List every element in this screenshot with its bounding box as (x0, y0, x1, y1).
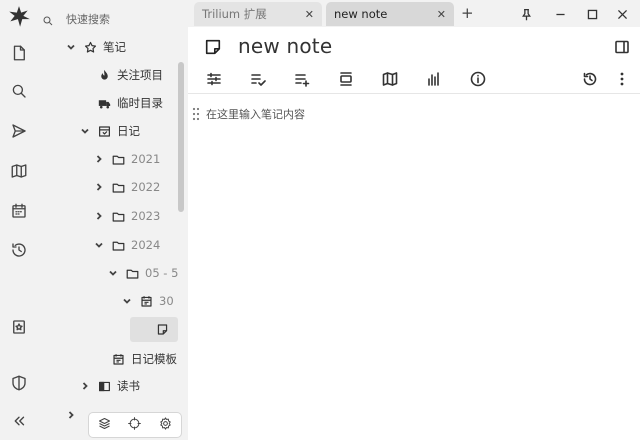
truck-icon (96, 95, 112, 111)
tree-node-new-note[interactable] (130, 317, 178, 342)
gear-icon[interactable] (158, 416, 173, 435)
tree-node-label: 读书 (117, 379, 140, 393)
tree-node-2021[interactable]: 2021 (92, 148, 160, 170)
tree-node-2023[interactable]: 2023 (92, 205, 160, 227)
tree-toolbar (88, 412, 182, 438)
tree-node-label: 05 - 5 (145, 266, 179, 280)
chevron-down-icon[interactable] (64, 40, 78, 54)
ribbon-divider (188, 93, 640, 94)
tree-node-label: 日记 (117, 124, 140, 138)
close-icon[interactable]: ✕ (305, 8, 314, 21)
tab-new-note[interactable]: new note ✕ (326, 2, 454, 26)
quick-search (38, 6, 188, 32)
search-icon (42, 12, 56, 26)
ribbon-toolbar (188, 66, 640, 92)
quick-search-input[interactable] (66, 12, 176, 26)
tree-scrollbar[interactable] (178, 62, 184, 212)
folder-icon (124, 265, 140, 281)
tree-node-2022[interactable]: 2022 (92, 176, 160, 198)
editor-first-line[interactable]: 在这里输入笔记内容 (192, 105, 305, 123)
recent-changes-icon[interactable] (0, 235, 38, 265)
chevron-down-icon[interactable] (92, 238, 106, 252)
close-icon[interactable]: ✕ (437, 8, 446, 21)
search-icon[interactable] (0, 76, 38, 106)
note-title[interactable]: new note (238, 34, 332, 58)
note-icon (154, 322, 170, 338)
properties-icon[interactable] (204, 69, 224, 89)
tab-label: new note (334, 7, 388, 21)
tree-node-2024[interactable]: 2024 (92, 234, 160, 256)
target-icon[interactable] (127, 416, 142, 435)
folder-icon (110, 208, 126, 224)
tab-trilium-ext[interactable]: Trilium 扩展 ✕ (194, 2, 322, 26)
tree-node-label: 日记模板 (131, 352, 177, 366)
note-tree-panel: 笔记 关注项目 临时目录 日记 2021 2022 2023 2024 (38, 0, 188, 440)
tab-bar: Trilium 扩展 ✕ new note ✕ + (188, 0, 640, 27)
pin-icon[interactable] (516, 4, 536, 24)
tree-node-partial[interactable] (64, 404, 78, 426)
tree-node-label: 临时目录 (117, 96, 163, 110)
collapse-icon[interactable] (0, 406, 38, 436)
maximize-icon[interactable] (582, 4, 602, 24)
layers-icon[interactable] (97, 416, 112, 435)
folder-icon (110, 179, 126, 195)
close-window-icon[interactable] (612, 4, 632, 24)
minimize-icon[interactable] (550, 4, 570, 24)
chevron-right-icon[interactable] (92, 180, 106, 194)
tree-node-day[interactable]: 30 (120, 290, 174, 312)
chevron-right-icon[interactable] (92, 209, 106, 223)
history-icon[interactable] (580, 69, 600, 89)
calendar-icon[interactable] (0, 196, 38, 226)
chevron-right-icon[interactable] (92, 152, 106, 166)
note-icon[interactable] (204, 38, 222, 60)
chevron-down-icon[interactable] (106, 266, 120, 280)
tree-node-label: 笔记 (103, 40, 126, 54)
new-note-icon[interactable] (0, 38, 38, 68)
tree-node-watch[interactable]: 关注项目 (92, 64, 163, 86)
book-icon (96, 378, 112, 394)
jump-to-icon[interactable] (0, 116, 38, 146)
tree-node-month[interactable]: 05 - 5 (106, 262, 178, 284)
tree-node-label: 2024 (131, 238, 161, 252)
new-tab-button[interactable]: + (461, 4, 474, 22)
star-icon (82, 39, 98, 55)
map-icon[interactable] (380, 69, 400, 89)
tree-node-label: 关注项目 (117, 68, 163, 82)
add-list-icon[interactable] (292, 69, 312, 89)
align-icon[interactable] (336, 69, 356, 89)
note-title-row: new note (188, 30, 640, 64)
drag-handle-icon[interactable] (192, 107, 200, 121)
tree-node-root[interactable]: 笔记 (64, 36, 126, 58)
folder-icon (110, 151, 126, 167)
chevron-down-icon[interactable] (120, 294, 134, 308)
tree-node-label: 2021 (131, 152, 161, 166)
editor-placeholder: 在这里输入笔记内容 (206, 108, 305, 121)
tree-node-diary[interactable]: 日记 (78, 120, 140, 142)
launcher-bar (0, 0, 38, 440)
calendar-icon (96, 123, 112, 139)
tree-node-diary-template[interactable]: 日记模板 (106, 348, 177, 370)
note-map-icon[interactable] (0, 156, 38, 186)
tree-node-label: 30 (159, 294, 174, 308)
calendar-day-icon (138, 293, 154, 309)
calendar-day-icon (110, 351, 126, 367)
more-icon[interactable] (612, 69, 632, 89)
toggle-right-pane-icon[interactable] (614, 39, 630, 59)
tree-node-temp[interactable]: 临时目录 (92, 92, 163, 114)
info-icon[interactable] (468, 69, 488, 89)
chevron-right-icon[interactable] (78, 379, 92, 393)
tree-node-label: 2023 (131, 209, 161, 223)
protected-session-icon[interactable] (0, 368, 38, 398)
chart-icon[interactable] (424, 69, 444, 89)
checklist-icon[interactable] (248, 69, 268, 89)
chevron-right-icon[interactable] (64, 408, 78, 422)
chevron-down-icon[interactable] (78, 124, 92, 138)
folder-icon (110, 237, 126, 253)
bookmark-icon[interactable] (0, 312, 38, 342)
fire-icon (96, 67, 112, 83)
tab-label: Trilium 扩展 (202, 7, 267, 21)
tree-node-label: 2022 (131, 180, 161, 194)
tree-node-reading[interactable]: 读书 (78, 375, 140, 397)
trilium-logo-icon[interactable] (0, 2, 38, 32)
